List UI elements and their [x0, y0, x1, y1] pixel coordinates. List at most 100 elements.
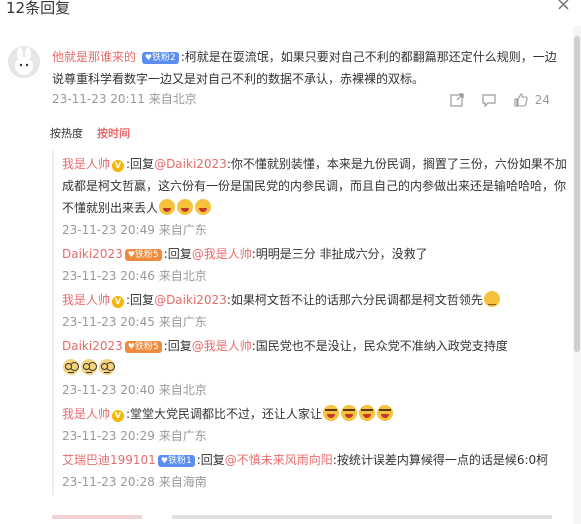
share-icon[interactable]: [449, 92, 465, 108]
reply-location: 来自北京: [158, 269, 207, 283]
laugh-emoji-icon: [177, 199, 194, 215]
reply-username[interactable]: Daiki2023: [62, 247, 123, 261]
reply-meta: 23-11-23 20:40 来自北京: [62, 379, 568, 401]
laugh-emoji-icon: [159, 199, 176, 215]
tab-sort-time[interactable]: 按时间: [97, 125, 130, 141]
reply-prefix: :回复: [163, 247, 192, 261]
reply-location: 来自广东: [158, 315, 207, 329]
reply-location: 来自北京: [158, 383, 207, 397]
reply-username[interactable]: 我是人帅: [62, 407, 110, 421]
reply-time: 23-11-23 20:49: [62, 223, 155, 237]
reply-time: 23-11-23 20:40: [62, 383, 155, 397]
glasses-emoji-icon: [99, 359, 115, 375]
heart-icon: ♥: [144, 53, 153, 62]
cutoff-text-remnant: [52, 515, 552, 519]
reply-time: 23-11-23 20:46: [62, 269, 155, 283]
fan-badge: ♥铁粉5: [124, 341, 162, 353]
reply-item: Daiki2023 ♥铁粉5:回复@我是人帅:国民党也不是没让，民众党不准纳入政党…: [62, 335, 568, 401]
reply-meta: 23-11-23 20:29 来自广东: [62, 425, 568, 447]
scrollbar-thumb[interactable]: [574, 36, 580, 352]
reply-content: 我是人帅 V:回复@Daiki2023:你不懂就别装懂，本来是九份民调，搁置了三份…: [62, 153, 568, 219]
reply-item: 我是人帅 V:堂堂大党民调都比不过，还让人家让 23-11-23 20:29 来自…: [62, 403, 568, 447]
next-reply-cutoff: [52, 512, 552, 524]
laugh-emoji-icon: [195, 199, 212, 215]
close-icon[interactable]: ×: [556, 0, 571, 14]
reply-time: 23-11-23 20:28: [62, 475, 155, 489]
reply-username[interactable]: Daiki2023: [62, 339, 123, 353]
reply-item: 我是人帅 V:回复@Daiki2023:如果柯文哲不让的话那六分民调都是柯文哲领先…: [62, 289, 568, 333]
reply-content: Daiki2023 ♥铁粉5:回复@我是人帅:明明是三分 非扯成六分，没救了: [62, 243, 568, 265]
heart-icon: ♥: [127, 342, 135, 351]
comment-location: 来自北京: [148, 92, 197, 106]
reply-username[interactable]: 艾瑞巴迪199101: [62, 453, 156, 467]
cry-emoji-icon: [359, 405, 376, 421]
thumbs-up-icon: [514, 93, 528, 107]
dialog-header: 12条回复 ×: [0, 0, 581, 22]
reply-location: 来自广东: [158, 223, 207, 237]
fan-badge: ♥铁粉2: [141, 52, 179, 64]
reply-list: 我是人帅 V:回复@Daiki2023:你不懂就别装懂，本来是九份民调，搁置了三份…: [52, 150, 568, 495]
reply-text: :如果柯文哲不让的话那六分民调都是柯文哲领先: [226, 293, 483, 307]
reply-prefix: :回复: [126, 157, 155, 171]
fan-badge: ♥铁粉5: [124, 249, 162, 261]
comment-icon[interactable]: [481, 92, 497, 108]
reply-mention[interactable]: @我是人帅: [192, 247, 252, 261]
reply-item: 我是人帅 V:回复@Daiki2023:你不懂就别装懂，本来是九份民调，搁置了三份…: [62, 153, 568, 241]
ok-emoji-icon: [483, 291, 500, 307]
reply-text: :国民党也不是没让，民众党不准纳入政党支持度: [251, 339, 508, 353]
reply-item: 艾瑞巴迪199101 ♥铁粉1:回复@不慎未来风雨向阳:按统计误差内算候得一点的话…: [62, 449, 568, 493]
fan-badge-label: 铁粉1: [167, 456, 192, 466]
sort-tabs: 按热度 按时间: [50, 125, 130, 141]
fan-badge-label: 铁粉5: [134, 250, 159, 260]
reply-mention[interactable]: @Daiki2023: [154, 157, 227, 171]
heart-icon: ♥: [160, 456, 168, 465]
reply-text: :按统计误差内算候得一点的话是候6:0柯: [332, 453, 549, 467]
like-count: 24: [534, 93, 550, 107]
fan-badge-label: 铁粉5: [134, 342, 159, 352]
reply-location: 来自广东: [158, 429, 207, 443]
reply-username[interactable]: 我是人帅: [62, 293, 110, 307]
rabbit-avatar-icon: [8, 46, 40, 78]
reply-prefix: :回复: [163, 339, 192, 353]
reply-meta: 23-11-23 20:46 来自北京: [62, 265, 568, 287]
reply-meta: 23-11-23 20:49 来自广东: [62, 219, 568, 241]
heart-icon: ♥: [127, 250, 135, 259]
comment-actions: 24: [449, 92, 550, 108]
reply-time: 23-11-23 20:45: [62, 315, 155, 329]
reply-meta: 23-11-23 20:28 来自海南: [62, 471, 568, 493]
comment-meta: 23-11-23 20:11 来自北京: [52, 90, 197, 107]
reply-time: 23-11-23 20:29: [62, 429, 155, 443]
reply-content: 艾瑞巴迪199101 ♥铁粉1:回复@不慎未来风雨向阳:按统计误差内算候得一点的话…: [62, 449, 568, 471]
reply-content: Daiki2023 ♥铁粉5:回复@我是人帅:国民党也不是没让，民众党不准纳入政党…: [62, 335, 568, 379]
cry-emoji-icon: [377, 405, 394, 421]
cry-emoji-icon: [341, 405, 358, 421]
reply-mention[interactable]: @Daiki2023: [154, 293, 227, 307]
reply-meta: 23-11-23 20:45 来自广东: [62, 311, 568, 333]
main-comment-body: 他就是那谁来的 ♥铁粉2:柯就是在耍流氓，如果只要对自己不利的都翻篇那还定什么规…: [52, 46, 562, 90]
reply-item: Daiki2023 ♥铁粉5:回复@我是人帅:明明是三分 非扯成六分，没救了 23…: [62, 243, 568, 287]
cry-emoji-icon: [323, 405, 340, 421]
reply-mention[interactable]: @我是人帅: [192, 339, 252, 353]
reply-content: 我是人帅 V:堂堂大党民调都比不过，还让人家让: [62, 403, 568, 425]
reply-content: 我是人帅 V:回复@Daiki2023:如果柯文哲不让的话那六分民调都是柯文哲领先: [62, 289, 568, 311]
fan-badge: ♥铁粉1: [157, 455, 195, 467]
reply-text: :堂堂大党民调都比不过，还让人家让: [126, 407, 323, 421]
reply-count-title: 12条回复: [6, 0, 71, 17]
reply-mention[interactable]: @不慎未来风雨向阳: [225, 453, 333, 467]
verified-icon: V: [112, 160, 125, 172]
glasses-emoji-icon: [63, 359, 79, 375]
reply-prefix: :回复: [196, 453, 225, 467]
fan-badge-label: 铁粉2: [152, 53, 176, 63]
avatar[interactable]: [8, 46, 40, 78]
glasses-emoji-icon: [81, 359, 97, 375]
like-button[interactable]: 24: [513, 92, 550, 108]
verified-icon: V: [112, 410, 125, 422]
reply-text: :明明是三分 非扯成六分，没救了: [251, 247, 428, 261]
comment-username[interactable]: 他就是那谁来的: [52, 50, 136, 64]
reply-location: 来自海南: [158, 475, 207, 489]
reply-username[interactable]: 我是人帅: [62, 157, 110, 171]
tab-sort-hot[interactable]: 按热度: [50, 125, 83, 141]
verified-icon: V: [112, 296, 125, 308]
reply-prefix: :回复: [126, 293, 155, 307]
comment-time: 23-11-23 20:11: [52, 92, 145, 106]
